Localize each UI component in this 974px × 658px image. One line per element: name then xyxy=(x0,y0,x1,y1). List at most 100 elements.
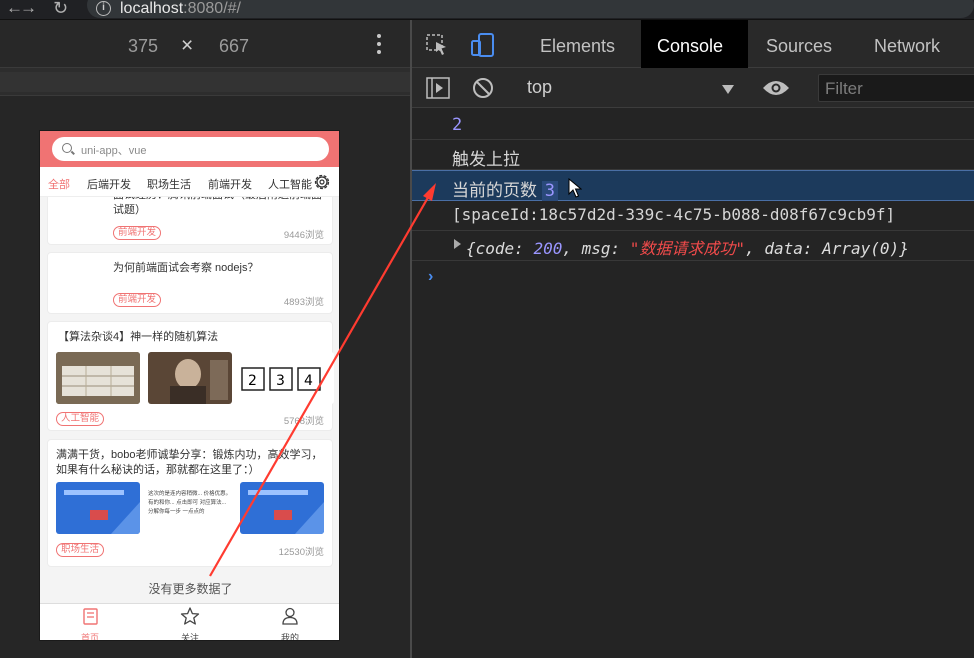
no-more-data-text: 没有更多数据了 xyxy=(148,582,233,596)
article-views: 5768浏览 xyxy=(283,416,324,427)
list-item[interactable]: 【算法杂谈4】神一样的随机算法 2 3 4 人工智能 5768浏览 xyxy=(47,321,334,431)
article-image xyxy=(148,352,232,404)
tab-console[interactable]: Console xyxy=(641,20,748,68)
console-message: 2 xyxy=(412,108,974,140)
key-data: data xyxy=(764,239,803,258)
browser-address-bar: ← → ↻ i localhost:8080/#/ xyxy=(0,0,974,20)
eye-icon[interactable] xyxy=(762,79,790,102)
site-info-icon[interactable]: i xyxy=(96,1,111,16)
article-image: 2 3 4 xyxy=(240,352,334,404)
filter-placeholder: Filter xyxy=(825,79,863,98)
nav-home-label: 首页 xyxy=(80,633,99,641)
device-toolbar-icon[interactable] xyxy=(470,32,496,63)
article-views: 4893浏览 xyxy=(283,297,324,308)
article-list: 面试经历：腾讯前端面试（最后附送前端面试题） 前端开发 9446浏览 为何前端面… xyxy=(40,197,339,603)
article-tag: 前端开发 xyxy=(113,293,162,307)
article-image xyxy=(56,352,140,404)
console-toolbar: top Filter xyxy=(412,68,974,108)
article-image xyxy=(56,482,140,534)
search-placeholder: uni-app、vue xyxy=(81,145,147,157)
url-text[interactable]: localhost:8080/#/ xyxy=(120,0,241,17)
tab-ai[interactable]: 人工智能 xyxy=(268,176,312,192)
value-msg: "数据请求成功" xyxy=(629,239,746,258)
list-item[interactable]: 面试经历：腾讯前端面试（最后附送前端面试题） 前端开发 9446浏览 xyxy=(47,197,333,245)
article-tag: 人工智能 xyxy=(56,412,105,426)
bottom-tab-bar: 首页 关注 我的 xyxy=(40,603,339,641)
article-title: 满满干货，bobo老师诚挚分享：锻炼内功，高效学习，如果有什么秘诀的话，那就都在… xyxy=(56,449,323,476)
article-tag: 前端开发 xyxy=(113,226,162,240)
value-data: Array(0) xyxy=(822,239,900,258)
app-header: uni-app、vue xyxy=(40,131,339,167)
category-tabs: 全部 后端开发 职场生活 前端开发 人工智能 xyxy=(40,167,339,197)
key-code: code xyxy=(475,239,515,258)
console-object[interactable]: {code: 200, msg: "数据请求成功", data: Array(0… xyxy=(412,231,974,261)
list-item[interactable]: 满满干货，bobo老师诚挚分享：锻炼内功，高效学习，如果有什么秘诀的话，那就都在… xyxy=(47,439,333,567)
expand-arrow-icon[interactable] xyxy=(454,239,461,249)
cursor-icon xyxy=(568,178,582,198)
nav-home[interactable]: 首页 xyxy=(60,606,120,641)
console-number: 2 xyxy=(452,115,463,135)
list-item[interactable]: 为何前端面试会考察 nodejs？ 前端开发 4893浏览 xyxy=(47,252,333,314)
svg-text:4: 4 xyxy=(304,373,313,389)
article-image-text: 这次的是连内容稍微... 价格优惠。 有的和你... 点击即可 对应算法... … xyxy=(148,491,232,515)
devtools-panel: Elements Console Sources Network top Fil… xyxy=(410,20,974,658)
chevron-down-icon[interactable] xyxy=(722,85,734,94)
tab-career[interactable]: 职场生活 xyxy=(147,176,191,192)
more-options-icon[interactable] xyxy=(376,34,382,56)
search-icon xyxy=(62,143,72,153)
key-msg: msg xyxy=(581,239,611,258)
url-path: :8080/#/ xyxy=(183,0,241,17)
tab-backend[interactable]: 后端开发 xyxy=(87,176,131,192)
nav-follow[interactable]: 关注 xyxy=(160,606,220,641)
phone-viewport: uni-app、vue 全部 后端开发 职场生活 前端开发 人工智能 面试经历：… xyxy=(39,130,340,641)
article-title: 面试经历：腾讯前端面试（最后附送前端面试题） xyxy=(113,197,322,216)
devtools-tab-bar: Elements Console Sources Network xyxy=(412,20,974,68)
nav-follow-label: 关注 xyxy=(180,633,199,641)
sidebar-toggle-icon[interactable] xyxy=(426,77,450,104)
dimension-separator: × xyxy=(181,34,194,57)
svg-text:2: 2 xyxy=(248,373,257,389)
console-text: [spaceId:18c57d2d-339c-4c75-b088-d08f67c… xyxy=(452,205,896,224)
console-text: 触发上拉 xyxy=(452,150,520,169)
home-icon xyxy=(83,608,98,625)
page-label: 当前的页数 xyxy=(452,181,537,200)
console-message: 触发上拉 xyxy=(412,140,974,170)
console-object-preview: {code: 200, msg: "数据请求成功", data: Array(0… xyxy=(466,239,909,258)
clear-console-icon[interactable] xyxy=(472,77,494,104)
svg-text:3: 3 xyxy=(276,373,285,389)
reload-icon[interactable]: ↻ xyxy=(53,0,68,17)
console-message-highlighted: 当前的页数 3 xyxy=(412,170,974,201)
screen: ← → ↻ i localhost:8080/#/ 375 × 667 uni-… xyxy=(0,0,974,658)
device-toolbar: 375 × 667 xyxy=(0,20,410,68)
device-width-input[interactable]: 375 xyxy=(128,36,158,57)
inspect-element-icon[interactable] xyxy=(426,34,450,61)
device-ruler xyxy=(0,68,410,96)
article-image xyxy=(240,482,324,534)
star-icon xyxy=(180,607,200,625)
console-text: 当前的页数 3 xyxy=(452,176,558,201)
value-code: 200 xyxy=(533,239,563,258)
article-title: 【算法杂谈4】神一样的随机算法 xyxy=(58,331,219,343)
context-selector[interactable]: top xyxy=(527,77,552,98)
user-icon xyxy=(282,607,298,625)
filter-input[interactable]: Filter xyxy=(818,74,974,102)
gear-icon[interactable] xyxy=(312,172,332,192)
forward-icon[interactable]: → xyxy=(20,0,37,17)
tab-elements[interactable]: Elements xyxy=(524,20,631,68)
tab-sources[interactable]: Sources xyxy=(750,20,848,68)
nav-mine[interactable]: 我的 xyxy=(260,606,320,641)
nav-mine-label: 我的 xyxy=(280,633,299,641)
article-views: 9446浏览 xyxy=(283,230,324,241)
device-height-input[interactable]: 667 xyxy=(219,36,249,57)
tab-network[interactable]: Network xyxy=(858,20,956,68)
article-title: 为何前端面试会考察 nodejs？ xyxy=(113,262,259,274)
tab-frontend[interactable]: 前端开发 xyxy=(208,176,252,192)
url-host: localhost xyxy=(120,0,184,17)
console-prompt-icon[interactable]: › xyxy=(428,268,433,286)
tab-all[interactable]: 全部 xyxy=(48,176,70,192)
article-views: 12530浏览 xyxy=(278,547,324,558)
article-tag: 职场生活 xyxy=(56,543,105,557)
page-value: 3 xyxy=(541,181,558,201)
console-message: [spaceId:18c57d2d-339c-4c75-b088-d08f67c… xyxy=(412,201,974,231)
search-bar[interactable]: uni-app、vue xyxy=(52,137,329,161)
